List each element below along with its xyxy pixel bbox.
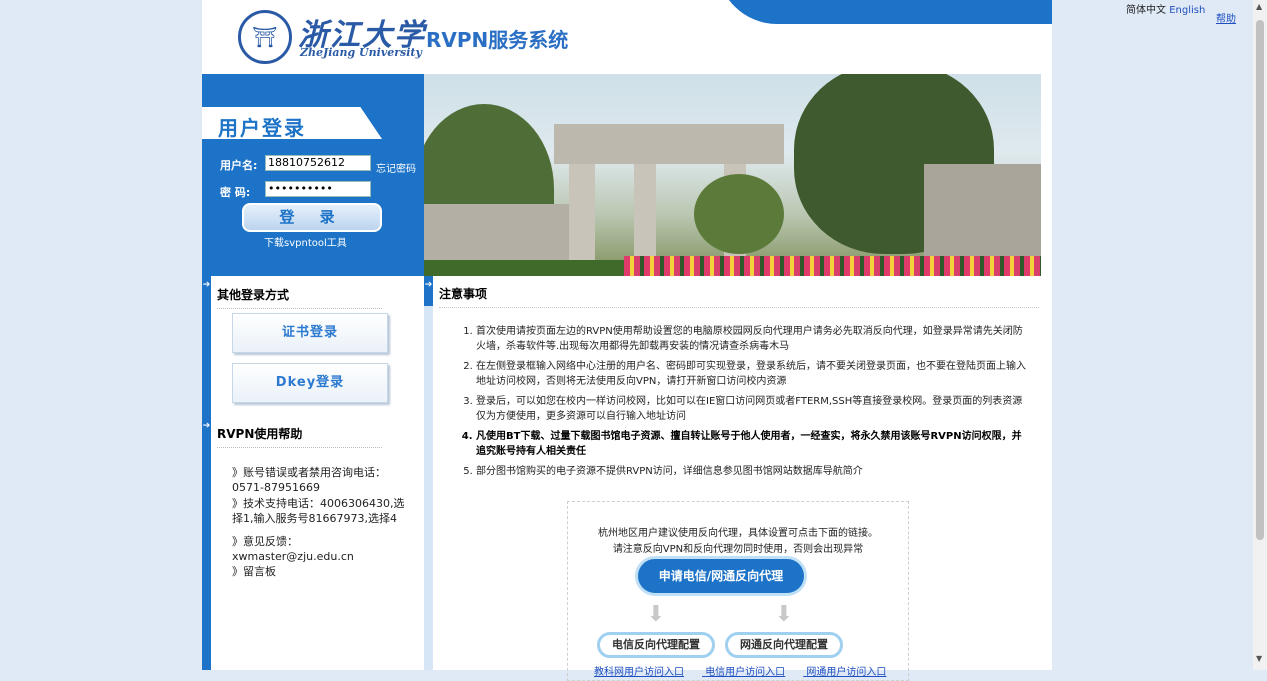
header: ⛩ 浙江大学 ZheJiang University RVPN服务系统 [202, 0, 1052, 74]
dkey-login-button[interactable]: Dkey登录 [232, 363, 388, 403]
proxy-instruction-1: 杭州地区用户建议使用反向代理，具体设置可点击下面的链接。 [598, 528, 878, 539]
telecom-proxy-config-button[interactable]: 电信反向代理配置 [597, 632, 715, 658]
help-link[interactable]: 帮助 [1216, 10, 1236, 25]
divider [439, 307, 1039, 308]
header-swoosh [717, 0, 1052, 24]
scroll-down-icon[interactable]: ▼ [1256, 654, 1262, 663]
username-input[interactable]: 18810752612 [265, 155, 371, 171]
proxy-instruction-2: 请注意反向VPN和反向代理勿同时使用，否则会出现异常 [612, 544, 864, 555]
login-banner-title: 用户登录 [218, 116, 306, 140]
netcom-access-link[interactable]: 网通用户访问入口 [806, 667, 886, 678]
university-logo-english: ZheJiang University [300, 46, 422, 59]
page-container: ⛩ 浙江大学 ZheJiang University RVPN服务系统 用户登录… [202, 0, 1052, 681]
rvpn-help-heading: RVPN使用帮助 [217, 427, 303, 441]
login-panel: 用户登录 用户名: 18810752612 忘记密码 密 码: ••••••••… [202, 74, 424, 276]
scroll-thumb[interactable] [1256, 20, 1264, 540]
system-title: RVPN服务系统 [426, 28, 569, 52]
telecom-access-link[interactable]: 电信用户访问入口 [705, 667, 785, 678]
help-item-feedback: 》意见反馈：xwmaster@zju.edu.cn [232, 535, 354, 563]
section-arrow-icon: ➔ [202, 421, 211, 431]
divider [217, 447, 382, 448]
help-item-message-board[interactable]: 》留言板 [232, 564, 407, 579]
notice-item: 部分图书馆购买的电子资源不提供RVPN访问，详细信息参见图书馆网站数据库导航简介 [476, 464, 1031, 479]
right-stripe [424, 276, 433, 670]
proxy-access-links: 教科网用户访问入口 电信用户访问入口 网通用户访问入口 [594, 663, 904, 678]
campus-gate-photo [424, 74, 1041, 276]
apply-reverse-proxy-button[interactable]: 申请电信/网通反向代理 [635, 556, 807, 596]
password-label: 密 码: [220, 186, 251, 199]
cert-login-button[interactable]: 证书登录 [232, 313, 388, 353]
language-switch: 简体中文 English [1126, 1, 1205, 16]
university-seal-icon: ⛩ [238, 10, 292, 64]
download-svpntool-link[interactable]: 下载svpntool工具 [264, 234, 347, 249]
left-column: ➔ 其他登录方式 证书登录 Dkey登录 ➔ RVPN使用帮助 》账号错误或者禁… [202, 276, 424, 670]
notice-heading: 注意事项 [439, 287, 488, 301]
edu-net-access-link[interactable]: 教科网用户访问入口 [594, 667, 684, 678]
username-label: 用户名: [220, 159, 258, 172]
notice-item: 首次使用请按页面左边的RVPN使用帮助设置您的电脑原校园网反向代理用户请务必先取… [476, 324, 1031, 354]
notice-item-warning: 凡使用BT下载、过量下载图书馆电子资源、擅自转让账号于他人使用者，一经查实，将永… [476, 429, 1031, 459]
left-stripe [202, 276, 211, 670]
lang-en-link[interactable]: English [1169, 5, 1205, 16]
lang-zh-link[interactable]: 简体中文 [1126, 5, 1166, 16]
notice-list: 首次使用请按页面左边的RVPN使用帮助设置您的电脑原校园网反向代理用户请务必先取… [458, 324, 1031, 484]
login-button[interactable]: 登 录 [242, 203, 382, 232]
scroll-up-icon[interactable]: ▲ [1256, 2, 1262, 11]
other-login-heading: 其他登录方式 [217, 288, 290, 302]
section-arrow-icon: ➔ [424, 280, 433, 290]
vertical-scrollbar[interactable]: ▲ ▼ [1253, 0, 1267, 670]
right-column: ➔ 注意事项 首次使用请按页面左边的RVPN使用帮助设置您的电脑原校园网反向代理… [424, 276, 1041, 681]
netcom-proxy-config-button[interactable]: 网通反向代理配置 [725, 632, 843, 658]
help-item-account-phone: 》账号错误或者禁用咨询电话：0571-87951669 [232, 466, 386, 494]
arrow-down-icon: ⬇ [774, 602, 794, 627]
arrow-down-icon: ⬇ [646, 602, 666, 627]
help-item-tech-support: 》技术支持电话：4006306430,选择1,输入服务号81667973,选择4 [232, 497, 405, 525]
divider [217, 308, 382, 309]
notice-item: 在左侧登录框输入网络中心注册的用户名、密码即可实现登录，登录系统后，请不要关闭登… [476, 359, 1031, 389]
reverse-proxy-box: 杭州地区用户建议使用反向代理，具体设置可点击下面的链接。 请注意反向VPN和反向… [567, 501, 909, 681]
section-arrow-icon: ➔ [202, 280, 211, 290]
notice-item: 登录后，可以如您在校内一样访问校网，比如可以在IE窗口访问网页或者FTERM,S… [476, 394, 1031, 424]
forgot-password-link[interactable]: 忘记密码 [376, 160, 416, 175]
password-input[interactable]: •••••••••• [265, 181, 371, 197]
